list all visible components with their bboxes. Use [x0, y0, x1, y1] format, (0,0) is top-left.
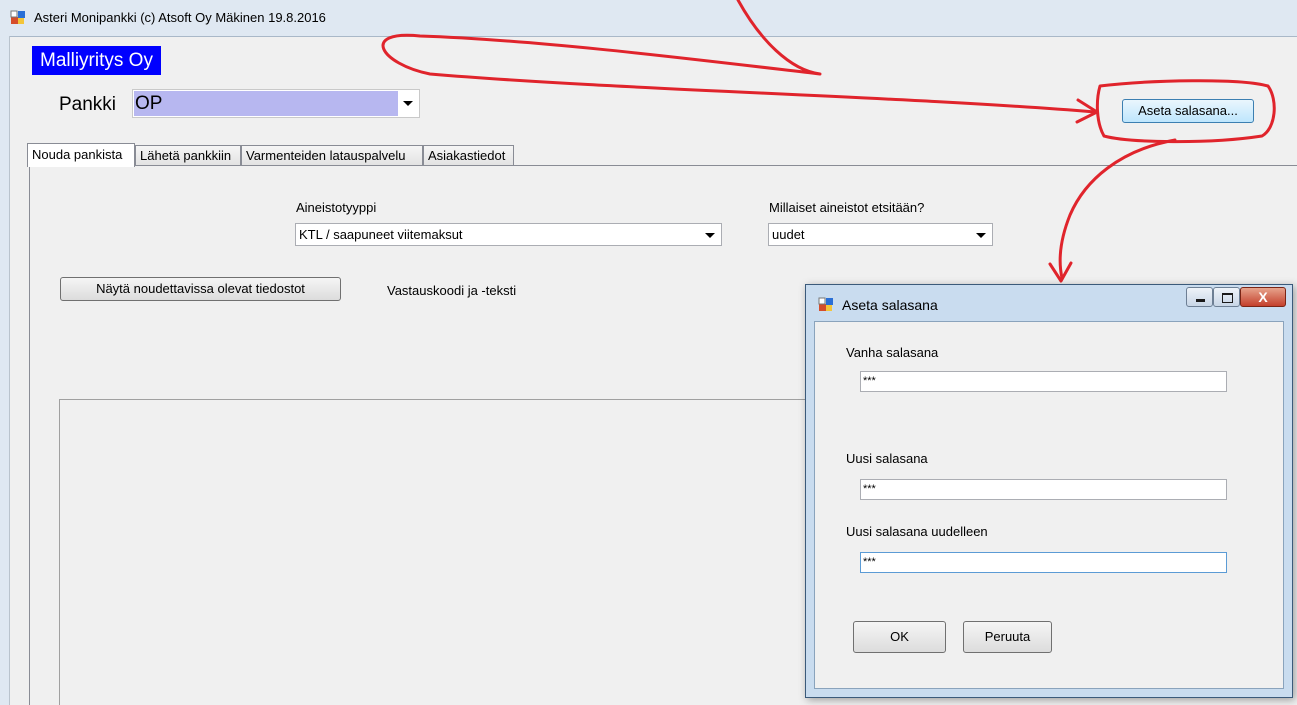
close-button[interactable]: X [1240, 287, 1286, 307]
app-icon [818, 297, 833, 311]
window-controls: X [1186, 287, 1286, 307]
bank-select[interactable]: OP [132, 89, 420, 118]
file-list-panel[interactable] [59, 399, 819, 705]
ok-button[interactable]: OK [853, 621, 946, 653]
new-password-label: Uusi salasana [846, 451, 928, 466]
maximize-button[interactable] [1213, 287, 1240, 307]
material-type-select[interactable]: KTL / saapuneet viitemaksut [295, 223, 722, 246]
minimize-button[interactable] [1186, 287, 1213, 307]
dialog-title: Aseta salasana [842, 297, 938, 313]
company-name: Malliyritys Oy [32, 46, 161, 75]
window-title: Asteri Monipankki (c) Atsoft Oy Mäkinen … [34, 10, 326, 25]
material-type-label: Aineistotyyppi [296, 200, 377, 215]
tab-certificates[interactable]: Varmenteiden latauspalvelu [241, 145, 423, 165]
tab-fetch[interactable]: Nouda pankista [27, 143, 135, 167]
show-files-button[interactable]: Näytä noudettavissa olevat tiedostot [60, 277, 341, 301]
search-criteria-value: uudet [772, 227, 805, 242]
maximize-icon [1222, 293, 1233, 303]
app-icon [10, 10, 25, 24]
dialog-body: Vanha salasana *** Uusi salasana *** Uus… [814, 321, 1284, 689]
set-password-button[interactable]: Aseta salasana... [1122, 99, 1254, 123]
cancel-button[interactable]: Peruuta [963, 621, 1052, 653]
minimize-icon [1196, 299, 1205, 302]
tab-send[interactable]: Lähetä pankkiin [135, 145, 241, 165]
window-titlebar: Asteri Monipankki (c) Atsoft Oy Mäkinen … [0, 0, 1297, 37]
new-password-field[interactable]: *** [860, 479, 1227, 500]
chevron-down-icon[interactable] [403, 101, 413, 106]
tab-customer-info[interactable]: Asiakastiedot [423, 145, 514, 165]
repeat-password-label: Uusi salasana uudelleen [846, 524, 988, 539]
bank-label: Pankki [59, 94, 117, 115]
set-password-dialog: Aseta salasana X Vanha salasana *** Uusi… [805, 284, 1293, 698]
search-criteria-label: Millaiset aineistot etsitään? [769, 200, 925, 215]
search-criteria-select[interactable]: uudet [768, 223, 993, 246]
material-type-value: KTL / saapuneet viitemaksut [299, 227, 463, 242]
window-frame [0, 36, 10, 705]
old-password-label: Vanha salasana [846, 345, 939, 360]
chevron-down-icon[interactable] [705, 233, 715, 238]
bank-select-value: OP [134, 91, 398, 116]
chevron-down-icon[interactable] [976, 233, 986, 238]
close-icon: X [1258, 289, 1268, 305]
repeat-password-field[interactable]: *** [860, 552, 1227, 573]
old-password-field[interactable]: *** [860, 371, 1227, 392]
response-label: Vastauskoodi ja -teksti [387, 283, 517, 298]
